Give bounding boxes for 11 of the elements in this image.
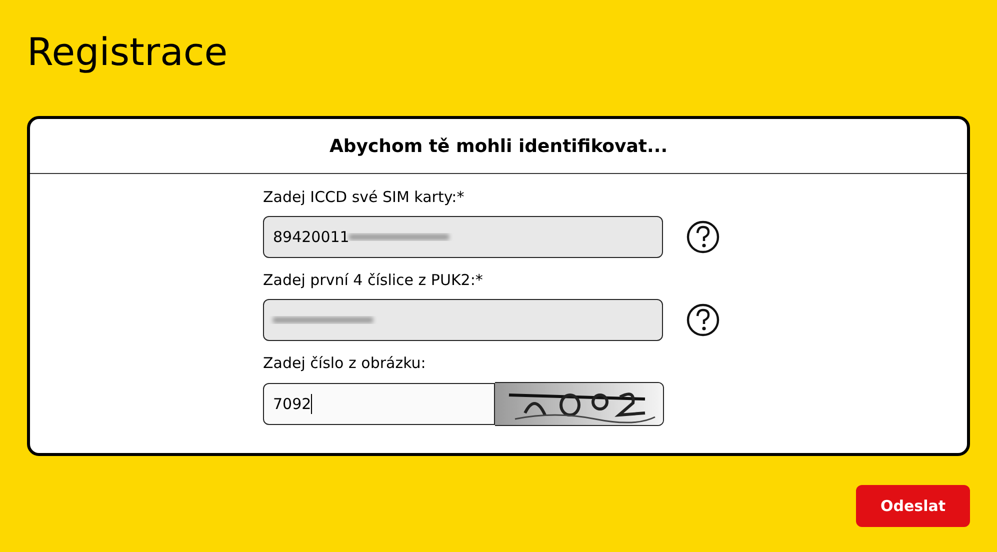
field-label: Zadej první 4 číslice z PUK2:*: [263, 271, 484, 289]
page-title: Registrace: [27, 29, 228, 76]
input-field[interactable]: 89420011: [263, 216, 663, 258]
submit-button[interactable]: Odeslat: [856, 485, 970, 527]
help-icon[interactable]: [686, 303, 720, 337]
card-heading: Abychom tě mohli identifikovat...: [329, 136, 668, 156]
help-icon[interactable]: [686, 220, 720, 254]
field-label: Zadej číslo z obrázku:: [263, 354, 427, 372]
input-field[interactable]: 7092: [263, 383, 495, 425]
field-label: Zadej ICCD své SIM karty:*: [263, 188, 466, 206]
input-field[interactable]: [263, 299, 663, 341]
